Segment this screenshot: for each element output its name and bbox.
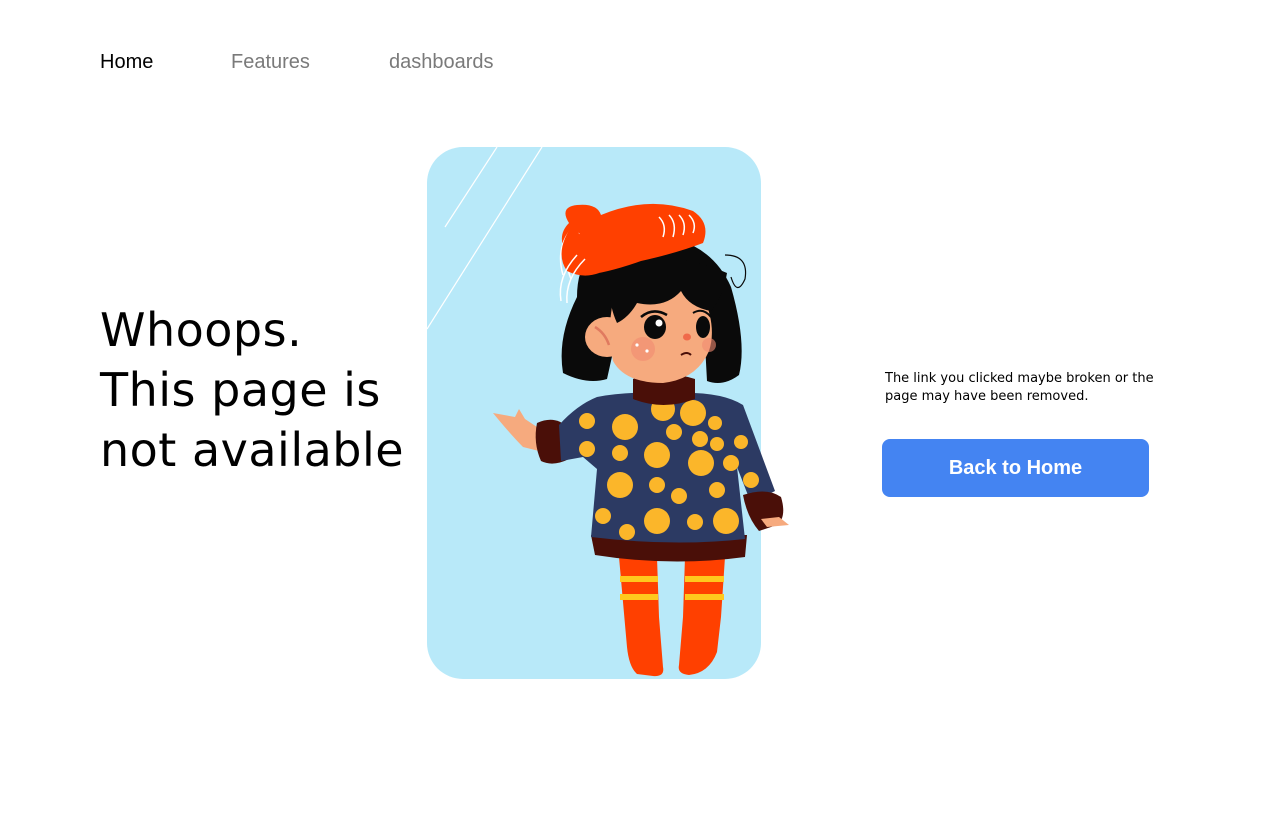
error-page: Home Features dashboards Whoops. This pa… xyxy=(0,0,1280,832)
error-heading-line-3: not available xyxy=(100,423,405,477)
error-heading: Whoops. This page is not available xyxy=(100,300,420,480)
ear xyxy=(585,317,629,357)
nose xyxy=(683,333,691,341)
left-eye xyxy=(644,315,666,339)
right-eye xyxy=(696,316,710,338)
error-heading-line-2: This page is xyxy=(100,363,381,417)
error-heading-line-1: Whoops. xyxy=(100,303,303,357)
back-to-home-button[interactable]: Back to Home xyxy=(882,439,1149,497)
right-cheek xyxy=(702,338,716,352)
left-cheek xyxy=(631,337,655,361)
nav-features-link[interactable]: Features xyxy=(231,50,310,74)
nav-dashboards-link[interactable]: dashboards xyxy=(389,50,494,74)
nav-home-link[interactable]: Home xyxy=(100,50,153,74)
error-message: The link you clicked maybe broken or the… xyxy=(885,371,1154,404)
girl-illustration xyxy=(427,147,789,679)
